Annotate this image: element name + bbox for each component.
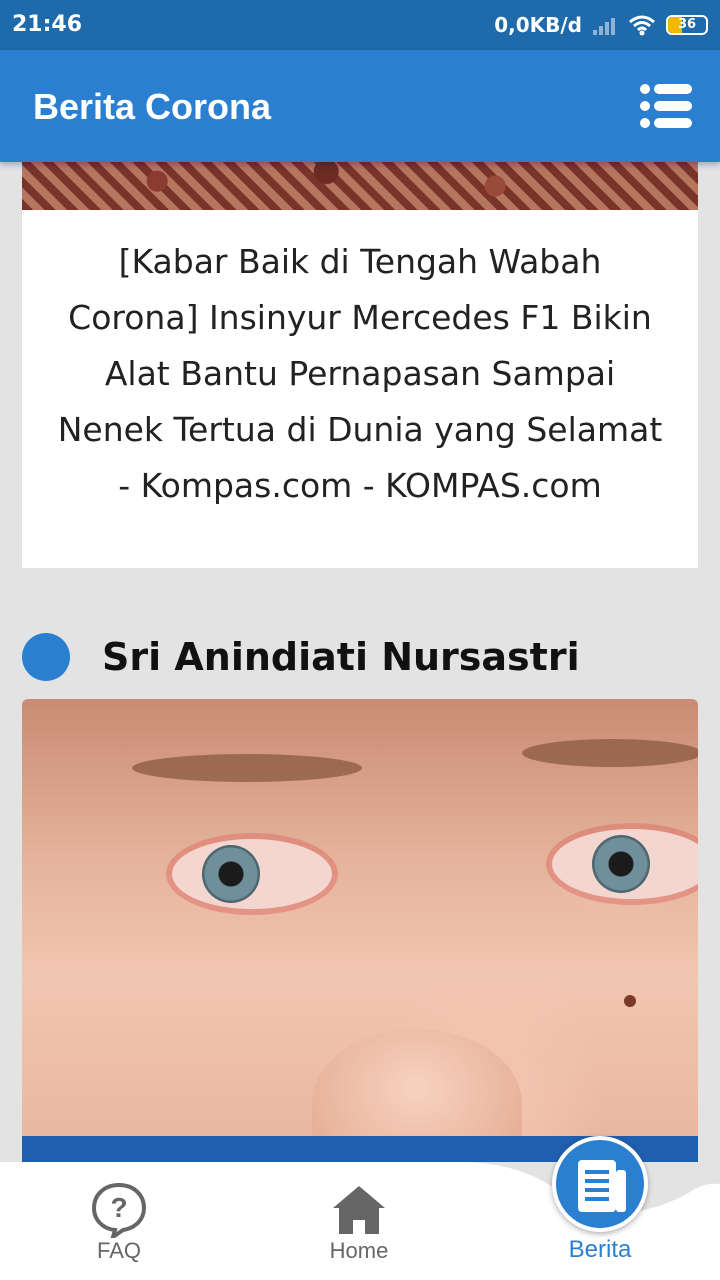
- news-feed[interactable]: [Kabar Baik di Tengah Wabah Corona] Insi…: [0, 162, 720, 1162]
- bottom-navigation: ? FAQ Home Berita: [0, 1136, 720, 1280]
- face-brow-left: [132, 754, 362, 782]
- status-bar: 21:46 0,0KB/d 36: [0, 0, 720, 50]
- news-card-title[interactable]: [Kabar Baik di Tengah Wabah Corona] Insi…: [52, 234, 668, 514]
- wifi-icon: [629, 15, 655, 36]
- news-card-image[interactable]: [22, 162, 698, 210]
- berita-fab-button[interactable]: [552, 1136, 648, 1232]
- news-card-image[interactable]: [22, 699, 698, 1162]
- status-indicators: 0,0KB/d 36: [494, 10, 708, 40]
- nav-label-home: Home: [329, 1238, 389, 1263]
- app-title: Berita Corona: [33, 86, 272, 127]
- news-card[interactable]: [Kabar Baik di Tengah Wabah Corona] Insi…: [22, 162, 698, 568]
- news-item-header: Sri Anindiati Nursastri: [22, 632, 580, 682]
- nav-label-berita: Berita: [568, 1236, 632, 1263]
- face-eye-right: [552, 829, 698, 899]
- question-bubble-icon: ?: [91, 1182, 147, 1238]
- list-menu-icon[interactable]: [640, 83, 692, 129]
- home-icon: [333, 1186, 385, 1234]
- svg-text:?: ?: [110, 1192, 127, 1223]
- nav-item-faq[interactable]: ? FAQ: [19, 1162, 219, 1280]
- face-brow-right: [522, 739, 698, 767]
- face-mole: [624, 995, 636, 1007]
- battery-icon: 36: [666, 15, 708, 35]
- face-eye-left: [172, 839, 332, 909]
- nav-label-faq: FAQ: [96, 1238, 141, 1263]
- battery-level: 36: [677, 17, 697, 32]
- status-time: 21:46: [12, 12, 83, 37]
- newspaper-icon: [578, 1160, 626, 1212]
- app-bar: Berita Corona: [0, 50, 720, 162]
- author-dot-icon: [22, 633, 70, 681]
- author-name: Sri Anindiati Nursastri: [102, 635, 580, 679]
- nav-item-home[interactable]: Home: [259, 1162, 459, 1280]
- network-speed: 0,0KB/d: [494, 13, 582, 37]
- signal-icon: [593, 18, 615, 35]
